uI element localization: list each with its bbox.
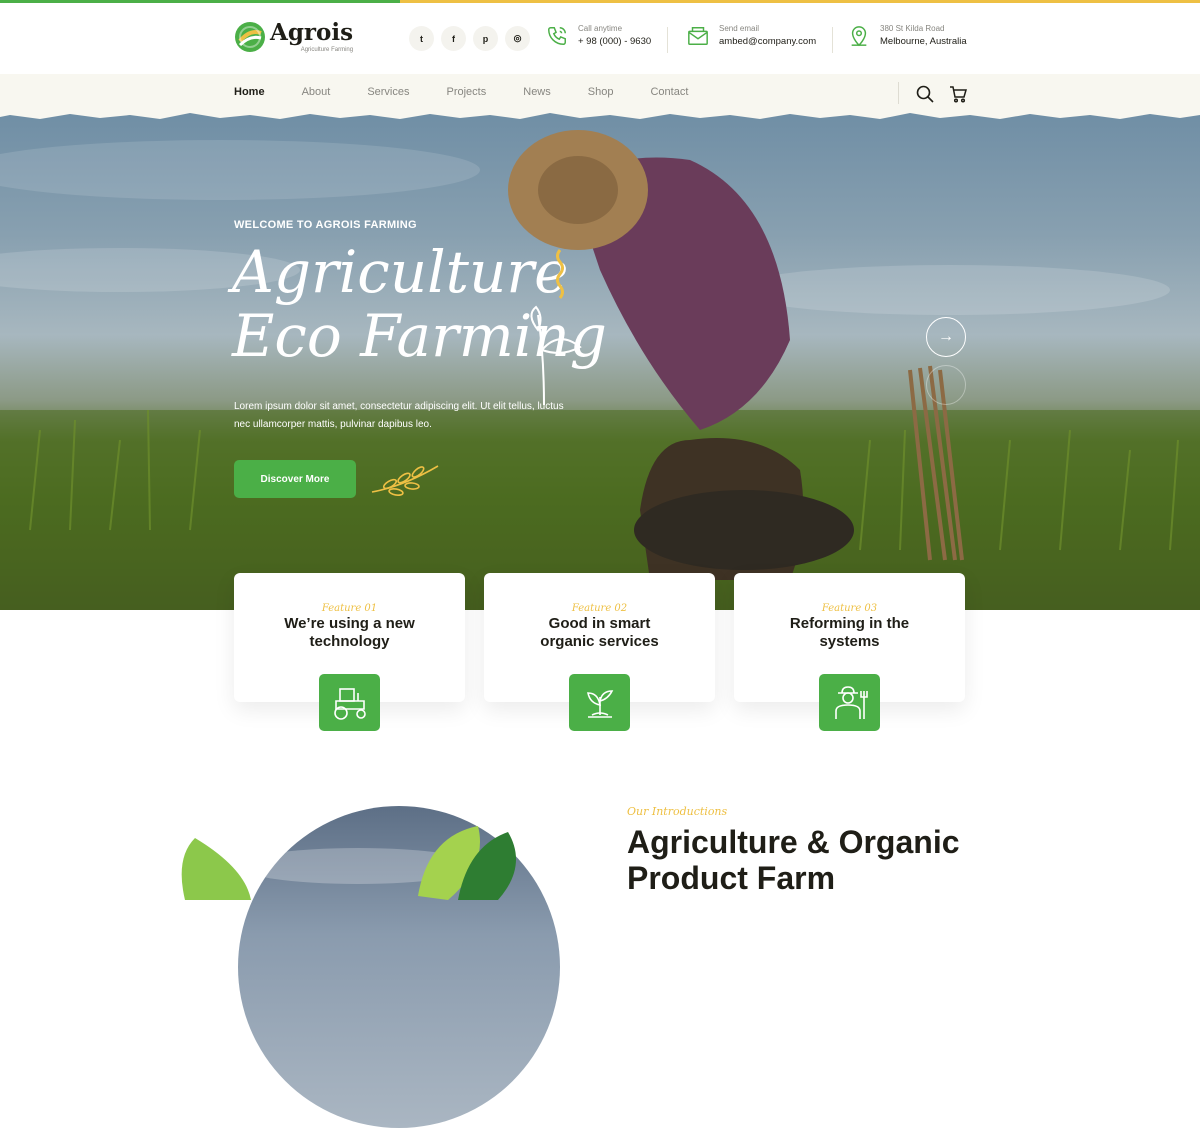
feature-card[interactable]: Feature 03 Reforming in the systems bbox=[734, 573, 965, 731]
logo-icon bbox=[234, 21, 266, 53]
nav-item-news[interactable]: News bbox=[523, 86, 551, 98]
intro-tag: Our Introductions bbox=[627, 805, 728, 818]
facebook-icon[interactable]: f bbox=[441, 26, 466, 51]
nav-divider bbox=[898, 82, 899, 104]
location-pin-icon bbox=[851, 25, 867, 46]
leaf-cluster-icon bbox=[418, 826, 516, 900]
phone-icon bbox=[548, 26, 566, 45]
feature-title: Good in smart organic services bbox=[540, 615, 659, 650]
brand-name: Agrois bbox=[270, 19, 354, 46]
hero-banner: WELCOME TO AGROIS FARMING Agriculture Ec… bbox=[0, 110, 1200, 610]
feature-tag: Feature 03 bbox=[821, 603, 878, 614]
hero-description: Lorem ipsum dolor sit amet, consectetur … bbox=[234, 401, 564, 430]
nav-item-shop[interactable]: Shop bbox=[588, 86, 614, 98]
address-line1: 380 St Kilda Road bbox=[880, 24, 945, 33]
wheat-branch-icon bbox=[371, 465, 439, 496]
nav-item-projects[interactable]: Projects bbox=[447, 86, 487, 98]
phone-info[interactable]: Call anytime + 98 (000) - 9630 bbox=[546, 24, 651, 47]
farmer-icon bbox=[819, 674, 880, 731]
nav-item-home[interactable]: Home bbox=[234, 86, 265, 98]
hero-subtitle: WELCOME TO AGROIS FARMING bbox=[234, 219, 417, 231]
nav-item-contact[interactable]: Contact bbox=[650, 86, 688, 98]
slider-prev-button[interactable] bbox=[926, 365, 966, 405]
email-label: Send email bbox=[719, 24, 760, 33]
intro-title-line1: Agriculture & Organic bbox=[627, 824, 960, 860]
cart-icon[interactable] bbox=[948, 84, 968, 104]
nav-item-services[interactable]: Services bbox=[367, 86, 409, 98]
social-links: t f p ◎ bbox=[409, 26, 530, 51]
intro-title-line2: Product Farm bbox=[627, 860, 836, 896]
intro-title: Agriculture & Organic Product Farm bbox=[627, 824, 960, 896]
top-header: Agrois Agriculture Farming t f p ◎ Call … bbox=[0, 3, 1200, 74]
wheat-accent-icon bbox=[556, 249, 564, 299]
phone-value: + 98 (000) - 9630 bbox=[578, 36, 652, 47]
main-nav: Home About Services Projects News Shop C… bbox=[0, 74, 1200, 114]
tractor-icon bbox=[319, 674, 380, 731]
nav-item-about[interactable]: About bbox=[302, 86, 331, 98]
email-info[interactable]: Send email ambed@company.com bbox=[687, 24, 816, 47]
email-icon bbox=[688, 26, 708, 45]
feature-tag: Feature 01 bbox=[321, 603, 378, 614]
logo[interactable]: Agrois Agriculture Farming bbox=[234, 21, 353, 53]
feature-card[interactable]: Feature 01 We’re using a new technology bbox=[234, 573, 465, 731]
twitter-icon[interactable]: t bbox=[409, 26, 434, 51]
instagram-icon[interactable]: ◎ bbox=[505, 26, 530, 51]
slider-next-button[interactable]: → bbox=[926, 317, 966, 357]
address-info: 380 St Kilda Road Melbourne, Australia bbox=[848, 24, 967, 47]
feature-title: We’re using a new technology bbox=[284, 615, 415, 650]
search-icon[interactable] bbox=[915, 84, 935, 104]
leaf-decoration-icon bbox=[181, 838, 251, 900]
brand-tagline: Agriculture Farming bbox=[300, 47, 354, 53]
divider bbox=[667, 27, 668, 53]
feature-card[interactable]: Feature 02 Good in smart organic service… bbox=[484, 573, 715, 731]
phone-label: Call anytime bbox=[578, 24, 623, 33]
feature-tag: Feature 02 bbox=[571, 603, 628, 614]
features-row: Feature 01 We’re using a new technology … bbox=[234, 573, 965, 731]
pinterest-icon[interactable]: p bbox=[473, 26, 498, 51]
divider bbox=[832, 27, 833, 53]
feature-title: Reforming in the systems bbox=[789, 615, 910, 650]
discover-more-button[interactable]: Discover More bbox=[234, 460, 356, 498]
email-value: ambed@company.com bbox=[719, 36, 817, 47]
address-line2: Melbourne, Australia bbox=[880, 36, 967, 47]
leaf-sprout-icon bbox=[530, 305, 582, 405]
plant-icon bbox=[569, 674, 630, 731]
